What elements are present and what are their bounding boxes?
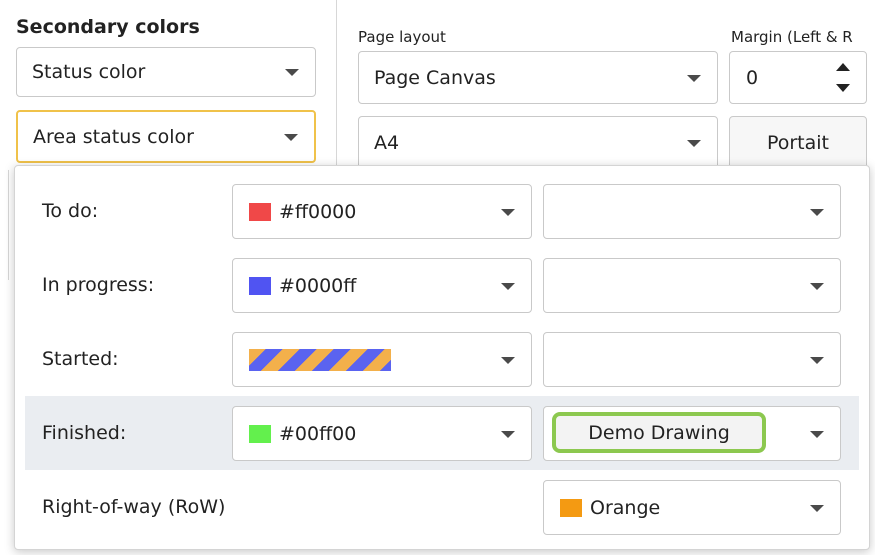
status-color-popup: To do: #ff0000 In progress: #0000ff Star…: [14, 165, 870, 550]
margin-stepper[interactable]: 0: [729, 51, 867, 104]
color-value: #0000ff: [279, 274, 357, 297]
status-row-in-progress: In progress: #0000ff: [25, 248, 859, 322]
chevron-down-icon: [501, 356, 515, 364]
secondary-status-dropdown[interactable]: [543, 332, 841, 387]
chevron-down-icon: [501, 282, 515, 290]
chevron-down-icon: [501, 208, 515, 216]
striped-pattern-swatch: [249, 348, 391, 371]
area-status-color-dropdown[interactable]: Area status color: [16, 110, 316, 163]
chevron-down-icon: [687, 74, 701, 82]
status-row-to-do: To do: #ff0000: [25, 174, 859, 248]
chevron-down-icon: [501, 430, 515, 438]
highlighted-drawing-value[interactable]: Demo Drawing: [552, 412, 766, 453]
color-swatch: [249, 424, 271, 443]
paper-size-dropdown[interactable]: A4: [358, 116, 718, 169]
secondary-status-dropdown[interactable]: [543, 184, 841, 239]
page-layout-label: Page layout: [358, 28, 446, 46]
color-value: #00ff00: [279, 422, 357, 445]
status-color-picker[interactable]: [232, 332, 532, 387]
secondary-status-dropdown[interactable]: Demo Drawing: [543, 406, 841, 461]
chevron-down-icon: [810, 356, 824, 364]
chevron-down-icon: [687, 139, 701, 147]
status-row-label: Started:: [42, 348, 119, 370]
decrement-arrow-icon[interactable]: [836, 84, 850, 92]
chevron-down-icon: [810, 282, 824, 290]
status-row-label: To do:: [42, 200, 99, 222]
status-color-picker[interactable]: #ff0000: [232, 184, 532, 239]
status-row-finished: Finished: #00ff00 Demo Drawing: [25, 396, 859, 470]
chevron-down-icon: [285, 69, 299, 76]
area-status-color-dropdown-value: Area status color: [33, 125, 194, 148]
status-row-right-of-way: Right-of-way (RoW) Orange: [25, 470, 859, 544]
status-row-label: In progress:: [42, 274, 155, 296]
secondary-status-dropdown-value: Demo Drawing: [588, 421, 730, 444]
secondary-colors-title: Secondary colors: [16, 16, 200, 38]
margin-label: Margin (Left & R: [731, 28, 853, 46]
page-layout-dropdown-value: Page Canvas: [374, 66, 496, 89]
increment-arrow-icon[interactable]: [836, 63, 850, 71]
status-row-started: Started:: [25, 322, 859, 396]
orientation-button[interactable]: Portait: [729, 116, 867, 169]
color-value: #ff0000: [279, 200, 357, 223]
status-row-label: Right-of-way (RoW): [42, 496, 226, 518]
chevron-down-icon: [284, 133, 298, 141]
secondary-status-dropdown[interactable]: Orange: [543, 480, 841, 535]
page-layout-dropdown[interactable]: Page Canvas: [358, 51, 718, 104]
status-row-label: Finished:: [42, 422, 127, 444]
status-color-dropdown[interactable]: Status color: [16, 47, 316, 97]
chevron-down-icon: [810, 208, 824, 216]
color-swatch: [560, 498, 582, 517]
paper-size-dropdown-value: A4: [374, 131, 400, 154]
color-swatch: [249, 276, 271, 295]
margin-value: 0: [746, 66, 759, 89]
ribbon-group-divider: [8, 170, 9, 280]
chevron-down-icon: [810, 504, 824, 512]
status-color-picker[interactable]: #00ff00: [232, 406, 532, 461]
secondary-status-dropdown[interactable]: [543, 258, 841, 313]
status-color-dropdown-value: Status color: [32, 61, 146, 83]
color-swatch: [249, 202, 271, 221]
secondary-status-dropdown-value: Orange: [590, 496, 661, 519]
ribbon-group-divider: [336, 0, 337, 170]
status-color-picker[interactable]: #0000ff: [232, 258, 532, 313]
chevron-down-icon: [810, 430, 824, 438]
